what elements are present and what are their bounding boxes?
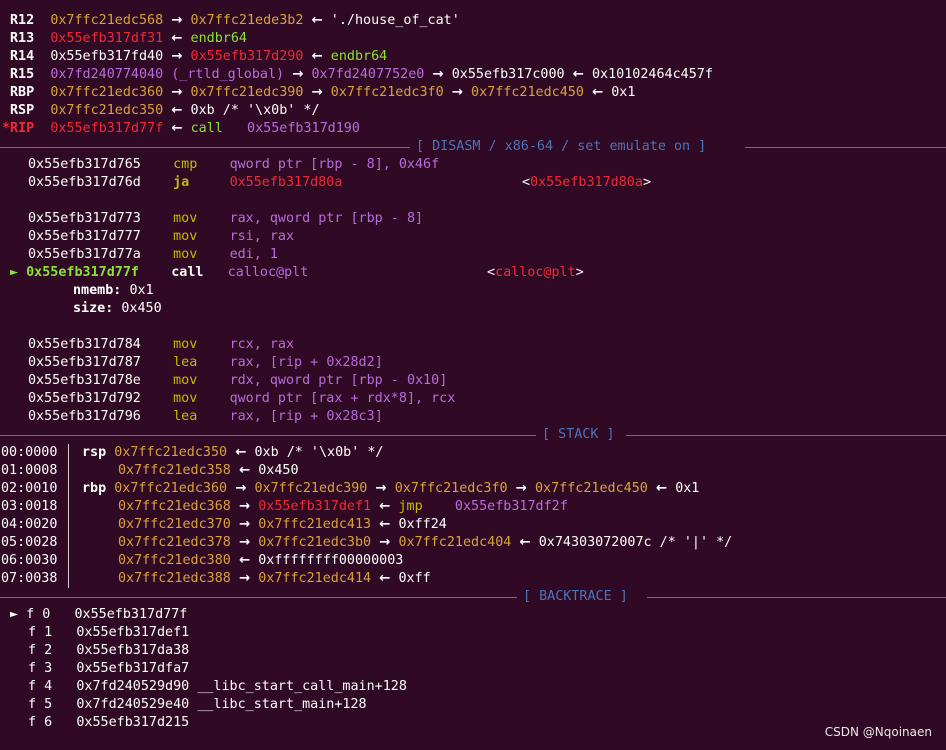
current-frame-arrow-icon: ► [10, 607, 19, 622]
stack-entry: 0x7ffc21edc358 ← 0x450 [118, 463, 299, 478]
stack-entry: rsp 0x7ffc21edc350 ← 0xb /* '\x0b' */ [82, 445, 384, 460]
stack-entry: 0x7ffc21edc380 ← 0xffffffff00000003 [118, 553, 404, 568]
register-name: RBP [10, 85, 35, 100]
backtrace-frame: f 1 0x55efb317def1 [28, 625, 190, 640]
disasm-line: 0x55efb317d77a mov edi, 1 [28, 247, 278, 262]
register-name: *RIP [2, 121, 35, 136]
register-r12: R12 0x7ffc21edc568 → 0x7ffc21ede3b2 ← '.… [10, 13, 460, 28]
stack-offset-divider [68, 444, 69, 588]
stack-row: 02:0010 [1, 481, 58, 496]
call-arg-nmemb: nmemb: 0x1 [73, 283, 154, 298]
stack-separator: [ STACK ] [0, 426, 946, 444]
separator-rule [0, 435, 536, 436]
backtrace-frame: f 6 0x55efb317d215 [28, 715, 190, 730]
stack-entry: 0x7ffc21edc388 → 0x7ffc21edc414 ← 0xff [118, 571, 431, 586]
disasm-line: 0x55efb317d765 cmp qword ptr [rbp - 8], … [28, 157, 440, 172]
disasm-line: 0x55efb317d773 mov rax, qword ptr [rbp -… [28, 211, 424, 226]
disasm-line: 0x55efb317d787 lea rax, [rip + 0x28d2] [28, 355, 383, 370]
register-name: R12 [10, 13, 35, 28]
current-instruction-arrow-icon: ► [10, 265, 19, 280]
backtrace-frame: f 2 0x55efb317da38 [28, 643, 190, 658]
backtrace-frame: f 5 0x7fd240529e40 __libc_start_main+128 [28, 697, 367, 712]
stack-row: 01:0008 [1, 463, 58, 478]
backtrace-frame: f 3 0x55efb317dfa7 [28, 661, 190, 676]
section-title: [ STACK ] [542, 427, 615, 442]
register-r14: R14 0x55efb317fd40 → 0x55efb317d290 ← en… [10, 49, 388, 64]
backtrace-separator: [ BACKTRACE ] [0, 588, 946, 606]
disasm-line: 0x55efb317d796 lea rax, [rip + 0x28c3] [28, 409, 383, 424]
disasm-line: 0x55efb317d784 mov rcx, rax [28, 337, 295, 352]
disasm-line: 0x55efb317d777 mov rsi, rax [28, 229, 295, 244]
stack-entry: 0x7ffc21edc368 → 0x55efb317def1 ← jmp 0x… [118, 499, 568, 514]
separator-rule [626, 435, 946, 436]
register-name: R13 [10, 31, 35, 46]
register-r13: R13 0x55efb317df31 ← endbr64 [10, 31, 247, 46]
stack-row: 03:0018 [1, 499, 58, 514]
stack-row: 07:0038 [1, 571, 58, 586]
stack-entry: rbp 0x7ffc21edc360 → 0x7ffc21edc390 → 0x… [82, 481, 700, 496]
backtrace-frame: ► f 0 0x55efb317d77f [10, 607, 188, 622]
register-r15: R15 0x7fd240774040 (_rtld_global) → 0x7f… [10, 67, 713, 82]
disasm-separator: [ DISASM / x86-64 / set emulate on ] [0, 138, 946, 156]
stack-row: 06:0030 [1, 553, 58, 568]
stack-row: 04:0020 [1, 517, 58, 532]
stack-entry: 0x7ffc21edc378 → 0x7ffc21edc3b0 → 0x7ffc… [118, 535, 733, 550]
stack-row: 00:0000 [1, 445, 58, 460]
watermark: CSDN @Nqoinaen [824, 725, 932, 739]
disasm-current-line: ► 0x55efb317d77f call calloc@plt [10, 265, 309, 280]
disasm-line: 0x55efb317d78e mov rdx, qword ptr [rbp -… [28, 373, 448, 388]
register-name: RSP [10, 103, 35, 118]
register-rbp: RBP 0x7ffc21edc360 → 0x7ffc21edc390 → 0x… [10, 85, 636, 100]
section-title: [ BACKTRACE ] [523, 589, 628, 604]
separator-rule [0, 597, 517, 598]
stack-entry: 0x7ffc21edc370 → 0x7ffc21edc413 ← 0xff24 [118, 517, 447, 532]
disasm-line: 0x55efb317d792 mov qword ptr [rax + rdx*… [28, 391, 456, 406]
register-name: R14 [10, 49, 35, 64]
disasm-line: 0x55efb317d76d ja 0x55efb317d80a [28, 175, 343, 190]
disasm-target-label: <0x55efb317d80a> [522, 175, 651, 190]
register-rip: *RIP 0x55efb317d77f ← call 0x55efb317d19… [2, 121, 360, 136]
disasm-target-label: <calloc@plt> [487, 265, 584, 280]
separator-rule [745, 147, 946, 148]
stack-row: 05:0028 [1, 535, 58, 550]
register-name: R15 [10, 67, 35, 82]
call-arg-size: size: 0x450 [73, 301, 162, 316]
backtrace-frame: f 4 0x7fd240529d90 __libc_start_call_mai… [28, 679, 407, 694]
separator-rule [647, 597, 946, 598]
section-title: [ DISASM / x86-64 / set emulate on ] [416, 139, 707, 154]
separator-rule [0, 147, 410, 148]
register-rsp: RSP 0x7ffc21edc350 ← 0xb /* '\x0b' */ [10, 103, 320, 118]
